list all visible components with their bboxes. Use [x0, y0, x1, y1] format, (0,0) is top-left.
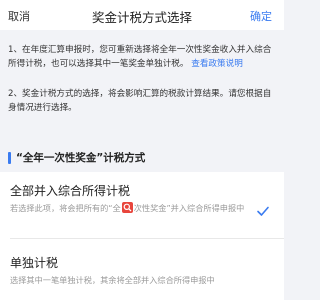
confirm-button[interactable]: 确定 [250, 8, 272, 24]
notice-paragraph-1: 1、在年度汇算申报时，您可重新选择将全年一次性奖金收入并入综合所得计税，也可以选… [8, 44, 274, 71]
option-description-part-1: 若选择此项，将会把所有的“全 [10, 203, 121, 213]
notice-paragraph-2: 2、奖金计税方式的选择，将会影响汇算的税款计算结果。请您根据自身情况进行选择。 [8, 89, 272, 113]
option-description: 选择其中一笔单独计税，其余将全部并入综合所得申报中 [10, 275, 215, 285]
check-icon [257, 206, 269, 216]
notice-panel: 1、在年度汇算申报时，您可重新选择将全年一次性奖金收入并入综合所得计税，也可以选… [0, 30, 284, 140]
section-accent-bar [8, 152, 11, 164]
section-title: “全年一次性奖金”计税方式 [16, 152, 146, 164]
options-list: 全部并入综合所得计税 若选择此项，将会把所有的“全 次性奖金”并入综合所得申报中 … [0, 172, 284, 300]
option-combined-tax[interactable]: 全部并入综合所得计税 若选择此项，将会把所有的“全 次性奖金”并入综合所得申报中 [0, 172, 284, 232]
option-description: 若选择此项，将会把所有的“全 次性奖金”并入综合所得申报中 [10, 202, 250, 215]
section-header: “全年一次性奖金”计税方式 [0, 146, 284, 170]
option-description-part-2: 次性奖金”并入综合所得申报中 [133, 203, 245, 213]
option-title: 单独计税 [10, 256, 59, 270]
header-bar: 取消 奖金计税方式选择 确定 [0, 0, 284, 30]
search-icon[interactable] [121, 202, 133, 213]
option-title: 全部并入综合所得计税 [10, 184, 131, 198]
divider [10, 238, 284, 239]
page-title: 奖金计税方式选择 [91, 10, 192, 25]
option-separate-tax[interactable]: 单独计税 选择其中一笔单独计税，其余将全部并入综合所得申报中 [0, 242, 284, 300]
policy-link[interactable]: 查看政策说明 [191, 59, 243, 69]
